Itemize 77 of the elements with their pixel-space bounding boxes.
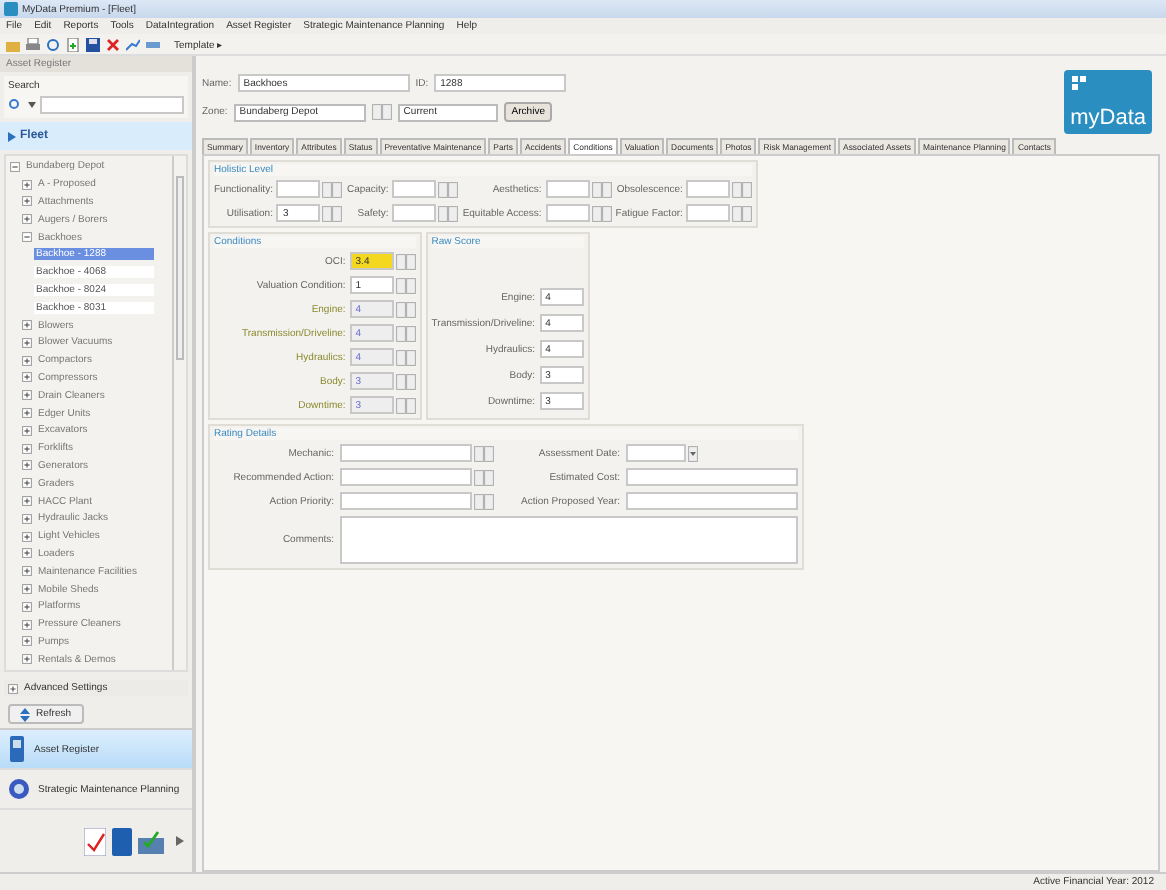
- expander-icon[interactable]: [22, 196, 32, 207]
- expander-icon[interactable]: [22, 443, 32, 454]
- expander-icon[interactable]: [8, 683, 18, 693]
- expander-icon[interactable]: [22, 566, 32, 577]
- expander-icon[interactable]: [22, 337, 32, 348]
- expander-icon[interactable]: [22, 232, 32, 243]
- spinner-icon[interactable]: [395, 277, 416, 293]
- expand-arrow-icon: [8, 131, 16, 141]
- checklist-icon[interactable]: [84, 827, 106, 855]
- input-field[interactable]: [626, 492, 798, 510]
- app-icon: [4, 2, 18, 16]
- expander-icon[interactable]: [22, 601, 32, 612]
- combo-box[interactable]: [340, 444, 472, 462]
- up-down-arrows-icon: [20, 707, 30, 721]
- expander-icon[interactable]: [22, 654, 32, 665]
- register-icon: [8, 736, 26, 762]
- add-icon[interactable]: [66, 37, 80, 51]
- combo-box[interactable]: [340, 468, 472, 486]
- input-field[interactable]: [686, 180, 731, 198]
- input-field[interactable]: [392, 204, 437, 222]
- expander-icon[interactable]: [22, 390, 32, 401]
- dropdown-arrow-icon[interactable]: [688, 445, 698, 461]
- spinner-icon[interactable]: [732, 205, 753, 221]
- expander-icon[interactable]: [22, 619, 32, 630]
- spinner-icon[interactable]: [395, 397, 416, 413]
- spinner-icon[interactable]: [322, 205, 343, 221]
- expander-icon[interactable]: [22, 214, 32, 225]
- comments-field[interactable]: [340, 516, 798, 564]
- spinner-icon[interactable]: [732, 181, 753, 197]
- book-icon[interactable]: [112, 827, 132, 855]
- spinner-icon[interactable]: [474, 469, 494, 485]
- expander-icon[interactable]: [22, 584, 32, 595]
- input-field[interactable]: [686, 204, 731, 222]
- spinner-icon[interactable]: [395, 301, 416, 317]
- search-icon[interactable]: [8, 98, 36, 112]
- spinner-icon[interactable]: [371, 104, 392, 120]
- chevron-icon[interactable]: [176, 836, 184, 846]
- spinner-icon[interactable]: [395, 373, 416, 389]
- expander-icon[interactable]: [22, 372, 32, 383]
- expander-icon[interactable]: [22, 548, 32, 559]
- input-field[interactable]: [626, 468, 798, 486]
- spinner-icon[interactable]: [395, 325, 416, 341]
- scrollbar[interactable]: [172, 156, 186, 670]
- spinner-icon[interactable]: [438, 181, 459, 197]
- expander-icon[interactable]: [22, 355, 32, 366]
- approve-icon[interactable]: [138, 829, 164, 853]
- input-field[interactable]: [545, 204, 590, 222]
- spinner-icon[interactable]: [474, 445, 494, 461]
- expander-icon[interactable]: [22, 531, 32, 542]
- expander-icon[interactable]: [22, 478, 32, 489]
- input-field[interactable]: [276, 180, 321, 198]
- spinner-icon[interactable]: [438, 205, 459, 221]
- search-field[interactable]: [40, 96, 184, 114]
- input-field[interactable]: [545, 180, 590, 198]
- spinner-icon[interactable]: [395, 253, 416, 269]
- spinner-icon[interactable]: [395, 349, 416, 365]
- spinner-icon[interactable]: [474, 493, 494, 509]
- save-icon[interactable]: [86, 37, 100, 51]
- expander-icon[interactable]: [10, 161, 20, 172]
- expander-icon[interactable]: [22, 460, 32, 471]
- open-icon[interactable]: [6, 37, 20, 51]
- combo-box[interactable]: [340, 492, 472, 510]
- delete-icon[interactable]: [106, 37, 120, 51]
- chart-icon[interactable]: [126, 37, 140, 51]
- logo: myData: [1064, 70, 1152, 134]
- spinner-icon[interactable]: [591, 181, 612, 197]
- expander-icon[interactable]: [22, 408, 32, 419]
- expander-icon[interactable]: [22, 179, 32, 190]
- expander-icon[interactable]: [22, 320, 32, 331]
- print-icon[interactable]: [26, 37, 40, 51]
- spinner-icon[interactable]: [591, 205, 612, 221]
- expander-icon[interactable]: [22, 496, 32, 507]
- spinner-icon[interactable]: [322, 181, 343, 197]
- expander-icon[interactable]: [22, 513, 32, 524]
- expander-icon[interactable]: [22, 636, 32, 647]
- input-field[interactable]: [392, 180, 437, 198]
- expander-icon[interactable]: [22, 425, 32, 436]
